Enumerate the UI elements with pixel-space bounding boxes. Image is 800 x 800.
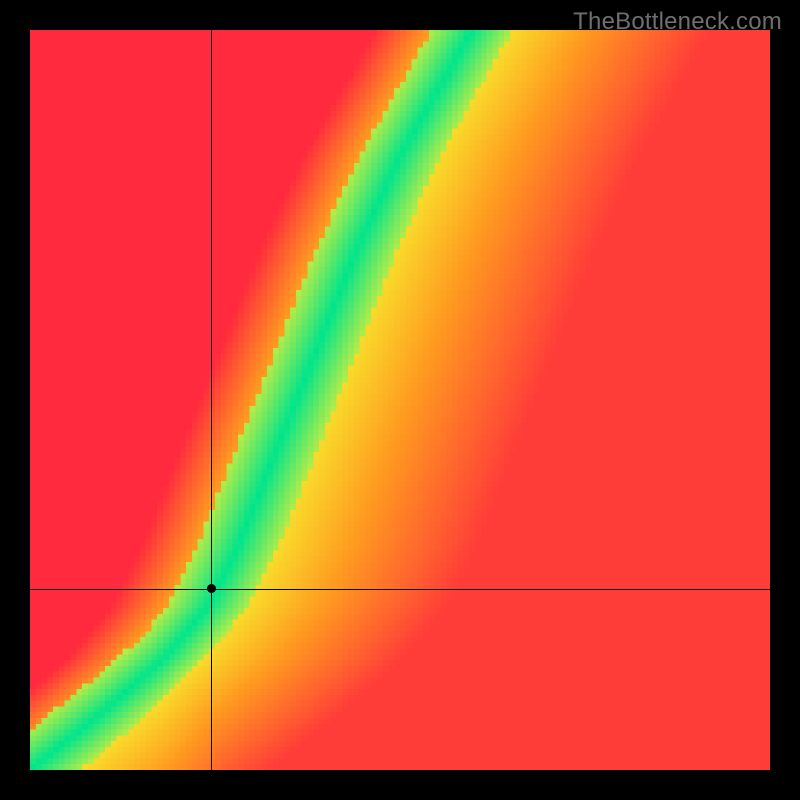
heatmap-canvas [30,30,770,770]
crosshair-vertical [211,30,212,770]
watermark-text: TheBottleneck.com [573,8,782,36]
crosshair-horizontal [30,589,770,590]
current-point-marker [207,584,216,593]
chart-frame: TheBottleneck.com [0,0,800,800]
plot-area [30,30,770,770]
